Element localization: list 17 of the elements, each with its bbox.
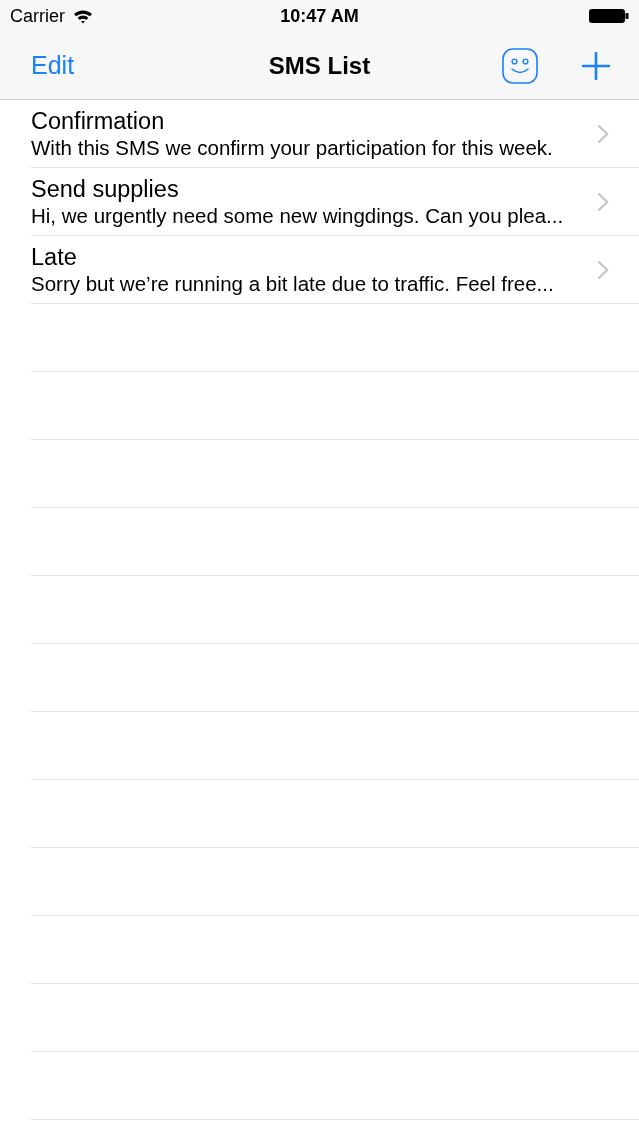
message-preview: Hi, we urgently need some new wingdings. Can you plea... <box>31 202 564 228</box>
message-title: Late <box>31 243 77 271</box>
smiley-face-icon[interactable] <box>502 47 538 84</box>
edit-button[interactable]: Edit <box>31 49 75 82</box>
battery-icon <box>589 8 629 24</box>
status-time: 10:47 AM <box>280 4 359 28</box>
carrier-label: Carrier <box>10 4 65 28</box>
chevron-right-icon <box>597 259 609 280</box>
chevron-right-icon <box>597 191 609 212</box>
message-title: Send supplies <box>31 175 179 203</box>
message-preview: With this SMS we confirm your participation for this week. <box>31 134 553 160</box>
nav-title: SMS List <box>268 50 371 81</box>
message-preview: Sorry but we’re running a bit late due to traffic. Feel free... <box>31 270 554 296</box>
chevron-right-icon <box>597 123 609 144</box>
wifi-icon <box>73 8 93 24</box>
plus-icon[interactable] <box>582 51 610 80</box>
message-title: Confirmation <box>31 107 165 135</box>
